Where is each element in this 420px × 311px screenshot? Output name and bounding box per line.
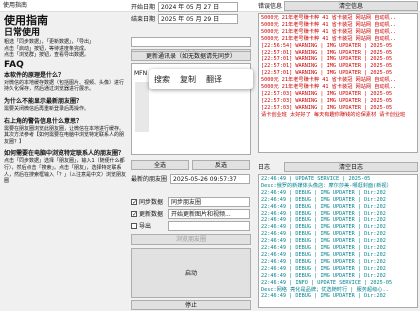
log-line: 5000元 21年老号赚卡粹 41 省卡装冠 网站网 自动机.. <box>261 28 397 35</box>
log-line: 22:46:49 | DEBUG | IMG UPDATER | Dir:202 <box>261 258 386 265</box>
start-button[interactable]: 启动 <box>131 248 251 298</box>
faq-answer-3: 需要在朋友圈浏览此朋友圈，让微信在本地进行缓存。 其次方法参考【如何需要在电脑中… <box>4 125 125 145</box>
log-line: 5000元 21年老号赚卡粹 41 省卡装冠 网站网 自动机.. <box>261 15 397 21</box>
clear-warn-button[interactable]: 清空信息 <box>284 1 418 11</box>
clear-log-button[interactable]: 清空日志 <box>284 162 418 172</box>
log-line: [22:57:01] WARNING | IMG UPDATER | 2025-… <box>261 49 393 56</box>
log-line: 22:46:49 | DEBUG | IMG UPDATER | Dir:202 <box>261 293 386 300</box>
log-line: 22:46:49 | DEBUG | IMG UPDATER | Dir:202 <box>261 238 386 245</box>
log-line: [22:57:03] WARNING | IMG UPDATER | 2025-… <box>261 90 393 97</box>
log-line: Desc:网络 亮化是品牌；优选随时行 | 服务超级心.. <box>261 286 389 293</box>
context-menu: 搜索 复制 翻译 <box>149 69 253 89</box>
log-line: 5000元 21年老号赚卡粹 41 省卡装冠 网站网 自动机.. <box>261 35 397 42</box>
end-date-field[interactable]: 2025 年 05 月 29 日 <box>158 14 238 24</box>
sync-label: 同步数据 <box>139 199 164 206</box>
log-line: 22:46:49 | DEBUG | IMG UPDATER | Dir:202 <box>261 251 386 258</box>
guide-section-faq: FAQ <box>4 59 24 70</box>
select-all-button[interactable]: 全选 <box>131 160 189 170</box>
log-line: 22:46:49 | DEBUG | IMG UPDATER | Dir:202 <box>261 210 386 217</box>
log-line: [22:57:03] WARNING | IMG UPDATER | 2025-… <box>261 104 393 111</box>
log-line: [22:57:03] WARNING | IMG UPDATER | 2025-… <box>261 97 393 104</box>
menu-item-search[interactable]: 搜索 <box>149 74 175 85</box>
log-line: [22:56:54] WARNING | IMG UPDATER | 2025-… <box>261 42 393 49</box>
log-line: 22:46:49 | DEBUG | IMG UPDATER | Dir:202 <box>261 217 386 224</box>
log-line: 22:46:49 | UPDATE SERVICE | 2025-05 <box>261 176 371 182</box>
log-line: 22:46:49 | INFO | UPDATE SERVICE | 2025-… <box>261 279 393 286</box>
update-checkbox[interactable]: ✓ <box>131 211 137 218</box>
log-line: 5000元 21年老号赚卡粹 41 省卡装冠 网站网 自动机.. <box>261 84 397 91</box>
log-line: 22:46:49 | DEBUG | IMG UPDATER | Dir:202 <box>261 272 386 279</box>
update-contacts-button[interactable]: 更新通讯录（如无数据请先同步） <box>131 51 251 61</box>
invert-selection-button[interactable]: 反选 <box>192 160 250 170</box>
guide-section-daily: 日常使用 <box>4 28 41 38</box>
faq-question-2: 为什么不能显示最新朋友圈？ <box>4 97 83 105</box>
export-label: 导出 <box>139 223 152 230</box>
browse-moments-button[interactable]: 浏览朋友圈 <box>131 234 251 245</box>
faq-question-1: 本软件的原理是什么？ <box>4 71 65 79</box>
start-date-field[interactable]: 2024 年 05 月 27 日 <box>158 2 238 12</box>
contact-avatar-column <box>135 82 149 132</box>
log-line: 22:46:49 | DEBUG | IMG UPDATER | Dir:202 <box>261 224 386 231</box>
warn-log[interactable]: 5000元 21年老号赚卡粹 41 省卡装冠 网站网 自动机.. 5000元 21… <box>258 13 418 153</box>
faq-answer-1: 对微信的本地缓存数据（包括图片、视频、头像）进行持久化保存，然后通过浏览器进行展… <box>4 79 125 93</box>
window-title: 使用指南 <box>3 2 28 9</box>
log-line: 5000元 21年老号赚卡粹 41 省卡装冠 网站网 自动机.. <box>261 21 397 28</box>
faq-answer-4: 点击「同步数据」选择「朋友圈」，输入1（随便什么都行），然后点击「搜索」。点击「… <box>4 158 126 185</box>
start-date-label: 开始日期 <box>131 4 156 11</box>
latest-moment-label: 最新的朋友圈 <box>131 176 168 183</box>
faq-answer-2: 需要关闭微信后再重新登录后再操作。 <box>4 105 90 112</box>
log-line: 22:46:49 | DEBUG | IMG UPDATER | Dir:202 <box>261 203 386 210</box>
log-title: 日志 <box>258 164 271 171</box>
export-checkbox[interactable] <box>131 223 137 229</box>
export-select[interactable] <box>168 221 250 231</box>
update-select[interactable]: 开始更新图片和视频... <box>168 209 250 219</box>
latest-moment-field: 2025-05-26 09:57:37 <box>170 174 250 184</box>
guide-title: 使用指南 <box>4 14 48 27</box>
log-line: 22:46:49 | DEBUG | IMG UPDATER | Dir:202 <box>261 231 386 238</box>
log-line: 22:46:49 | DEBUG | IMG UPDATER | Dir:202 <box>261 196 386 203</box>
stop-button[interactable]: 停止 <box>131 300 251 310</box>
log-line: 请卡创业班 太好好了 每天有趣你赚钱的论保素材 请卡创业班 <box>261 111 406 118</box>
sync-checkbox[interactable]: ✓ <box>131 199 137 206</box>
menu-item-translate[interactable]: 翻译 <box>201 74 227 85</box>
end-date-label: 结束日期 <box>131 16 156 23</box>
info-log[interactable]: 22:46:49 | UPDATE SERVICE | 2025-05 Desc:… <box>258 174 418 308</box>
log-line: [22:57:01] WARNING | IMG UPDATER | 2025-… <box>261 63 393 70</box>
log-line: Desc:俄罗的新媒体头像店：摩尔莎美-哪逛封面(新视） <box>261 182 392 189</box>
update-label: 更新数据 <box>139 211 164 218</box>
log-line: [22:57:01] WARNING | IMG UPDATER | 2025-… <box>261 56 393 63</box>
guide-panel: 使用指南 日常使用 粗选「同步数据」，「更新数据」，「导出」 点击「启动」按钮，… <box>4 14 128 306</box>
log-line: 22:46:49 | DEBUG | IMG UPDATER | Dir:202 <box>261 265 386 272</box>
search-input[interactable] <box>131 37 251 47</box>
log-line: 22:46:49 | DEBUG | IMG UPDATER | Dir:202 <box>261 189 386 196</box>
faq-question-3: 右上角的警告信息什么意思？ <box>4 117 83 125</box>
guide-daily-text: 粗选「同步数据」，「更新数据」，「导出」 点击「启动」按钮，等待进度条完成。 点… <box>4 39 95 59</box>
contact-item[interactable]: MFN <box>134 70 147 77</box>
sync-select[interactable]: 同步朋友圈 <box>168 197 250 207</box>
menu-item-copy[interactable]: 复制 <box>175 74 201 85</box>
log-line: 22:46:49 | DEBUG | IMG UPDATER | Dir:202 <box>261 245 386 252</box>
warn-title: 错误信息 <box>258 3 283 10</box>
